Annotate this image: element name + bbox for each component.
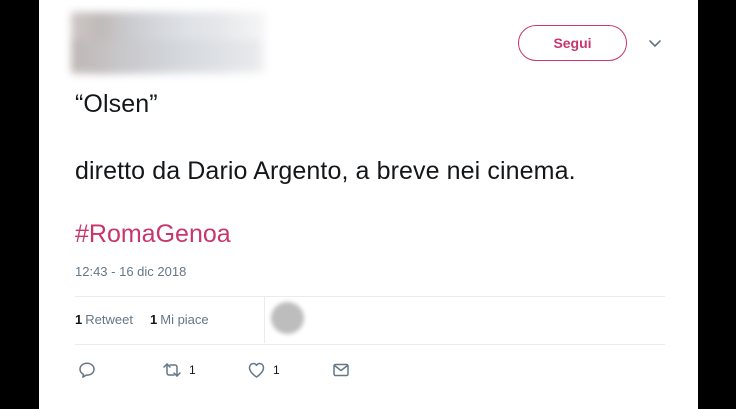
tweet-text-line-1: “Olsen”	[75, 90, 158, 118]
retweets-stat[interactable]: 1 Retweet	[75, 312, 133, 327]
likes-stat[interactable]: 1 Mi piace	[150, 312, 209, 327]
retweet-count: 1	[189, 363, 196, 377]
envelope-icon	[332, 361, 350, 379]
reply-button[interactable]	[78, 359, 96, 381]
reply-icon	[78, 361, 96, 379]
likes-count: 1	[150, 312, 158, 327]
tweet-card: Segui “Olsen” diretto da Dario Argento, …	[39, 0, 698, 409]
tweet-actions: 1 1	[75, 355, 475, 385]
stats-separator	[264, 297, 265, 343]
hashtag-link[interactable]: #RomaGenoa	[75, 220, 231, 249]
divider	[75, 344, 665, 345]
follow-button[interactable]: Segui	[518, 25, 627, 61]
tweet-header: Segui	[39, 0, 698, 80]
tweet-stats: 1 Retweet 1 Mi piace	[75, 297, 665, 343]
chevron-down-icon[interactable]	[648, 37, 662, 51]
message-button[interactable]	[332, 359, 350, 381]
likes-label: Mi piace	[160, 312, 209, 327]
tweet-text-line-2: diretto da Dario Argento, a breve nei ci…	[75, 157, 576, 185]
retweet-button[interactable]: 1	[162, 359, 196, 381]
like-count: 1	[273, 363, 280, 377]
tweet-timestamp[interactable]: 12:43 - 16 dic 2018	[75, 264, 186, 279]
retweet-icon	[162, 361, 182, 379]
blurred-author-info	[71, 12, 266, 74]
like-button[interactable]: 1	[247, 359, 280, 381]
heart-icon	[247, 361, 266, 379]
avatar[interactable]	[271, 302, 304, 334]
retweets-label: Retweet	[85, 312, 133, 327]
retweets-count: 1	[75, 312, 83, 327]
